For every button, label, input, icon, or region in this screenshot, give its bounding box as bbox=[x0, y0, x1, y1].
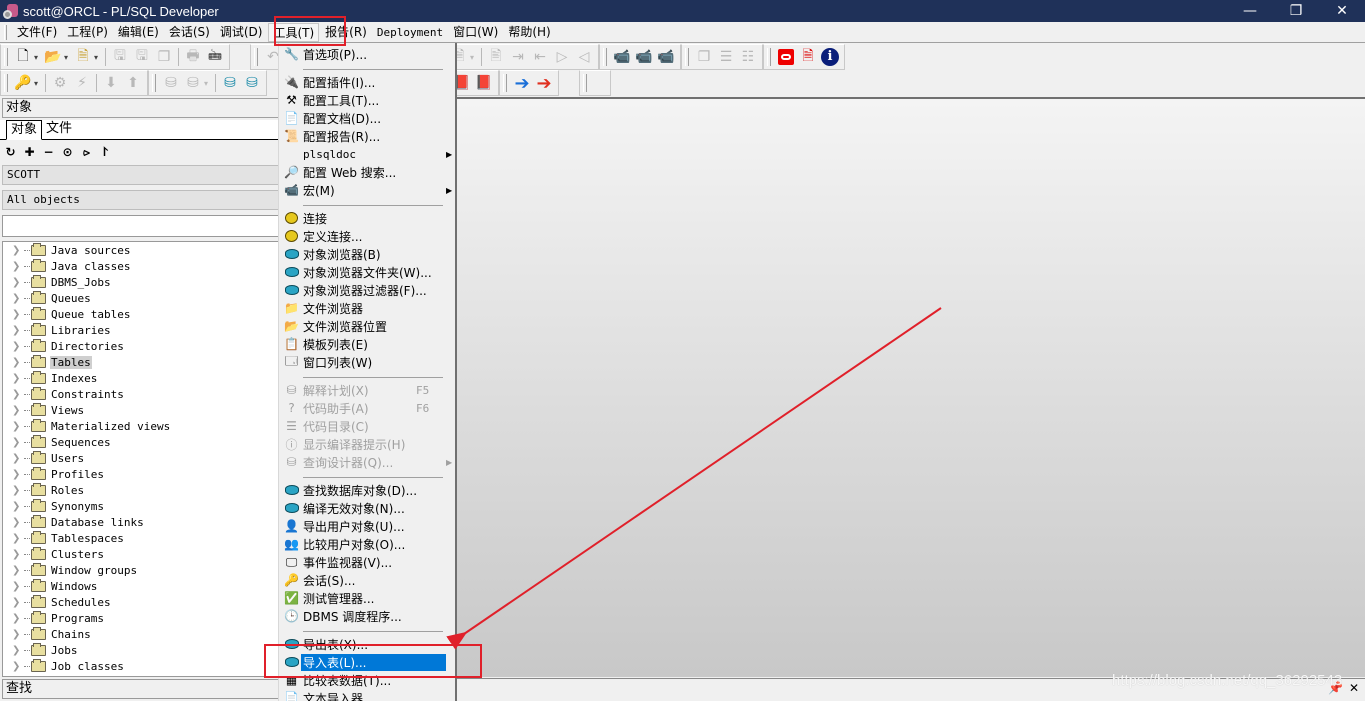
app-window: scott@ORCL - PL/SQL Developer — ❐ ✕ 文件(F… bbox=[0, 0, 1365, 701]
annotation-arrow bbox=[446, 307, 942, 650]
annotation-arrow-line bbox=[446, 307, 942, 650]
